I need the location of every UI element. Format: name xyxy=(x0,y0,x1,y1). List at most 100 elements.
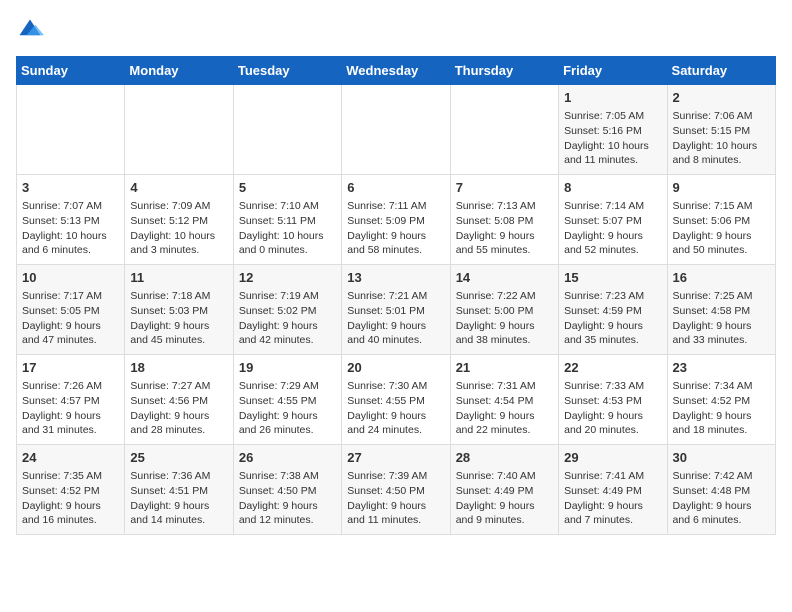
day-info-line: Daylight: 9 hours and 38 minutes. xyxy=(456,319,553,348)
day-info-line: Daylight: 9 hours and 33 minutes. xyxy=(673,319,770,348)
page-header xyxy=(16,16,776,44)
calendar-cell: 18Sunrise: 7:27 AMSunset: 4:56 PMDayligh… xyxy=(125,355,233,445)
calendar-cell: 22Sunrise: 7:33 AMSunset: 4:53 PMDayligh… xyxy=(559,355,667,445)
day-info-line: Sunrise: 7:07 AM xyxy=(22,199,119,214)
day-info-line: Daylight: 9 hours and 20 minutes. xyxy=(564,409,661,438)
day-info-line: Sunset: 4:49 PM xyxy=(456,484,553,499)
day-header-thursday: Thursday xyxy=(450,57,558,85)
calendar-cell: 16Sunrise: 7:25 AMSunset: 4:58 PMDayligh… xyxy=(667,265,775,355)
day-info-line: Sunset: 5:08 PM xyxy=(456,214,553,229)
day-info-line: Sunset: 5:01 PM xyxy=(347,304,444,319)
day-number: 20 xyxy=(347,359,444,377)
day-header-saturday: Saturday xyxy=(667,57,775,85)
day-info-line: Daylight: 10 hours and 11 minutes. xyxy=(564,139,661,168)
day-info-line: Sunrise: 7:30 AM xyxy=(347,379,444,394)
calendar-cell: 4Sunrise: 7:09 AMSunset: 5:12 PMDaylight… xyxy=(125,175,233,265)
day-info-line: Sunrise: 7:22 AM xyxy=(456,289,553,304)
day-info-line: Sunset: 4:50 PM xyxy=(347,484,444,499)
day-number: 5 xyxy=(239,179,336,197)
day-info-line: Daylight: 9 hours and 58 minutes. xyxy=(347,229,444,258)
day-number: 1 xyxy=(564,89,661,107)
day-header-monday: Monday xyxy=(125,57,233,85)
calendar-cell: 30Sunrise: 7:42 AMSunset: 4:48 PMDayligh… xyxy=(667,445,775,535)
day-info-line: Sunrise: 7:14 AM xyxy=(564,199,661,214)
calendar-cell: 10Sunrise: 7:17 AMSunset: 5:05 PMDayligh… xyxy=(17,265,125,355)
day-info-line: Sunset: 5:06 PM xyxy=(673,214,770,229)
day-number: 6 xyxy=(347,179,444,197)
day-info-line: Sunset: 4:52 PM xyxy=(673,394,770,409)
day-info-line: Sunrise: 7:39 AM xyxy=(347,469,444,484)
day-info-line: Daylight: 10 hours and 3 minutes. xyxy=(130,229,227,258)
calendar-cell: 12Sunrise: 7:19 AMSunset: 5:02 PMDayligh… xyxy=(233,265,341,355)
calendar-cell: 26Sunrise: 7:38 AMSunset: 4:50 PMDayligh… xyxy=(233,445,341,535)
day-info-line: Sunset: 4:55 PM xyxy=(347,394,444,409)
calendar-cell: 1Sunrise: 7:05 AMSunset: 5:16 PMDaylight… xyxy=(559,85,667,175)
day-info-line: Sunset: 4:50 PM xyxy=(239,484,336,499)
day-info-line: Daylight: 10 hours and 6 minutes. xyxy=(22,229,119,258)
day-info-line: Sunset: 5:15 PM xyxy=(673,124,770,139)
day-number: 2 xyxy=(673,89,770,107)
day-number: 10 xyxy=(22,269,119,287)
day-info-line: Daylight: 9 hours and 7 minutes. xyxy=(564,499,661,528)
day-info-line: Sunrise: 7:29 AM xyxy=(239,379,336,394)
calendar-cell: 8Sunrise: 7:14 AMSunset: 5:07 PMDaylight… xyxy=(559,175,667,265)
calendar-cell xyxy=(233,85,341,175)
day-info-line: Daylight: 9 hours and 50 minutes. xyxy=(673,229,770,258)
day-number: 4 xyxy=(130,179,227,197)
calendar-cell: 14Sunrise: 7:22 AMSunset: 5:00 PMDayligh… xyxy=(450,265,558,355)
calendar-week-row: 17Sunrise: 7:26 AMSunset: 4:57 PMDayligh… xyxy=(17,355,776,445)
day-info-line: Sunset: 4:55 PM xyxy=(239,394,336,409)
day-info-line: Daylight: 9 hours and 42 minutes. xyxy=(239,319,336,348)
day-info-line: Sunset: 4:57 PM xyxy=(22,394,119,409)
day-number: 23 xyxy=(673,359,770,377)
calendar-cell: 2 Sunrise: 7:06 AMSunset: 5:15 PMDaylight… xyxy=(667,85,775,175)
day-info-line: Sunrise: 7:11 AM xyxy=(347,199,444,214)
day-info-line: Sunrise: 7:21 AM xyxy=(347,289,444,304)
day-info-line: Sunrise: 7:42 AM xyxy=(673,469,770,484)
day-number: 24 xyxy=(22,449,119,467)
day-number: 3 xyxy=(22,179,119,197)
day-info-line: Sunset: 4:48 PM xyxy=(673,484,770,499)
calendar-cell xyxy=(450,85,558,175)
day-info-line: Sunrise: 7:31 AM xyxy=(456,379,553,394)
day-number: 25 xyxy=(130,449,227,467)
day-info-line: Daylight: 9 hours and 45 minutes. xyxy=(130,319,227,348)
calendar-cell xyxy=(125,85,233,175)
day-info-line: Sunset: 4:49 PM xyxy=(564,484,661,499)
day-info-line: Daylight: 9 hours and 18 minutes. xyxy=(673,409,770,438)
day-info-line: Sunset: 5:05 PM xyxy=(22,304,119,319)
day-info-line: Sunrise: 7:15 AM xyxy=(673,199,770,214)
calendar-cell: 5Sunrise: 7:10 AMSunset: 5:11 PMDaylight… xyxy=(233,175,341,265)
day-info-line: Daylight: 10 hours and 8 minutes. xyxy=(673,139,770,168)
calendar-header-row: SundayMondayTuesdayWednesdayThursdayFrid… xyxy=(17,57,776,85)
calendar-cell: 15Sunrise: 7:23 AMSunset: 4:59 PMDayligh… xyxy=(559,265,667,355)
logo xyxy=(16,16,48,44)
day-info-line: Daylight: 9 hours and 14 minutes. xyxy=(130,499,227,528)
day-info-line: Sunrise: 7:13 AM xyxy=(456,199,553,214)
day-info-line: Sunrise: 7:35 AM xyxy=(22,469,119,484)
calendar-cell: 27Sunrise: 7:39 AMSunset: 4:50 PMDayligh… xyxy=(342,445,450,535)
calendar-cell: 6 Sunrise: 7:11 AMSunset: 5:09 PMDaylight… xyxy=(342,175,450,265)
day-number: 21 xyxy=(456,359,553,377)
day-info-line: Sunset: 4:51 PM xyxy=(130,484,227,499)
day-info-line: Sunrise: 7:34 AM xyxy=(673,379,770,394)
day-info-line: Sunrise: 7:36 AM xyxy=(130,469,227,484)
day-info-line: Sunrise: 7:27 AM xyxy=(130,379,227,394)
day-info-line: Sunset: 4:59 PM xyxy=(564,304,661,319)
calendar-cell: 3Sunrise: 7:07 AMSunset: 5:13 PMDaylight… xyxy=(17,175,125,265)
day-info-line: Daylight: 9 hours and 35 minutes. xyxy=(564,319,661,348)
day-info-line: Sunrise: 7:06 AM xyxy=(673,109,770,124)
day-number: 28 xyxy=(456,449,553,467)
day-number: 16 xyxy=(673,269,770,287)
calendar-cell: 7Sunrise: 7:13 AMSunset: 5:08 PMDaylight… xyxy=(450,175,558,265)
day-info-line: Sunset: 5:09 PM xyxy=(347,214,444,229)
day-number: 13 xyxy=(347,269,444,287)
day-number: 30 xyxy=(673,449,770,467)
day-info-line: Daylight: 9 hours and 24 minutes. xyxy=(347,409,444,438)
day-info-line: Daylight: 9 hours and 22 minutes. xyxy=(456,409,553,438)
calendar-cell: 25 Sunrise: 7:36 AMSunset: 4:51 PMDayligh… xyxy=(125,445,233,535)
calendar-cell: 20 Sunrise: 7:30 AMSunset: 4:55 PMDayligh… xyxy=(342,355,450,445)
calendar-table: SundayMondayTuesdayWednesdayThursdayFrid… xyxy=(16,56,776,535)
day-info-line: Daylight: 9 hours and 26 minutes. xyxy=(239,409,336,438)
day-number: 15 xyxy=(564,269,661,287)
